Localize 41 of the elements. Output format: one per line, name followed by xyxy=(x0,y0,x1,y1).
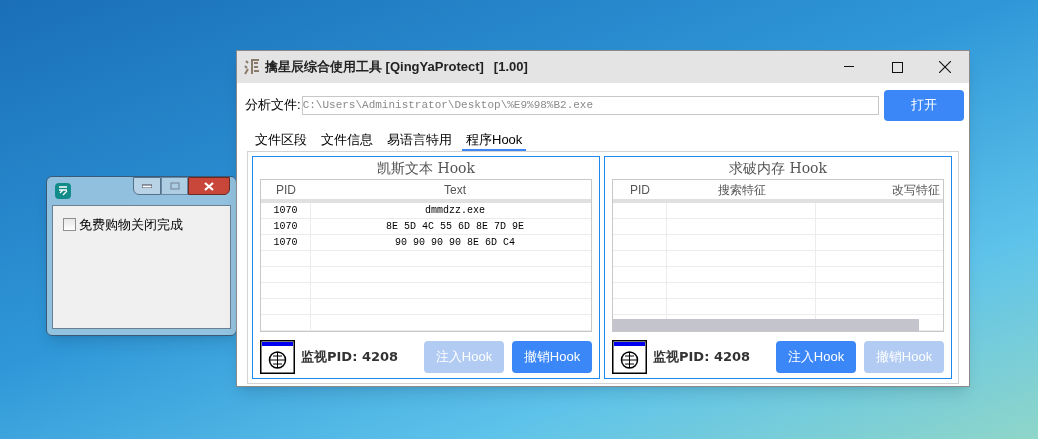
maximize-icon xyxy=(891,61,903,73)
hook-button[interactable]: 注入Hook xyxy=(776,341,856,373)
group-title: 凯斯文本 Hook xyxy=(377,159,475,178)
tab[interactable]: 易语言特用 xyxy=(383,131,456,151)
checkbox-option[interactable]: 免费购物关闭完成 xyxy=(63,215,230,235)
column-header[interactable]: 搜索特征 xyxy=(667,180,816,199)
monitor-pid-label: 监视PID: 4208 xyxy=(301,348,399,367)
hook-button[interactable]: 撤销Hook xyxy=(512,341,592,373)
tab[interactable]: 文件信息 xyxy=(317,131,377,151)
close-icon xyxy=(204,181,214,191)
table-cell-text: dmmdzz.exe xyxy=(424,204,486,218)
minimize-icon xyxy=(844,66,854,68)
group-title: 求破内存 Hook xyxy=(729,159,827,178)
radar-window-icon xyxy=(612,340,647,374)
maximize-icon xyxy=(169,182,180,190)
field-label: 分析文件: xyxy=(245,96,301,115)
table-cell-text: 8E 5D 4C 55 6D 8E 7D 9E xyxy=(385,220,525,234)
horizontal-scrollbar[interactable] xyxy=(613,319,919,331)
table-cell-text: 90 90 90 90 8E 6D C4 xyxy=(394,236,516,250)
column-header[interactable]: Text xyxy=(311,180,591,199)
open-button[interactable]: 打开 xyxy=(884,89,964,121)
minimize-button[interactable] xyxy=(133,177,161,195)
tab[interactable]: 程序Hook xyxy=(462,131,527,151)
window-title: 擒星辰综合使用工具 [QingYaProtect] xyxy=(265,58,484,77)
version-label: [1.00] xyxy=(493,58,528,77)
checkbox[interactable] xyxy=(63,218,76,232)
column-header[interactable]: 改写特征 xyxy=(816,180,943,199)
close-button[interactable] xyxy=(188,177,230,195)
radar-window-icon xyxy=(260,340,295,374)
table-cell: 1070 xyxy=(261,203,311,218)
tab[interactable]: 文件区段 xyxy=(251,131,311,151)
table-cell: 1070 xyxy=(261,235,311,250)
monitor-pid-label: 监视PID: 4208 xyxy=(653,348,751,367)
minimize-icon xyxy=(142,184,152,188)
close-icon xyxy=(939,61,951,73)
column-header[interactable]: PID xyxy=(261,180,311,199)
app-icon xyxy=(55,183,71,199)
file-path-field[interactable]: C:\Users\Administrator\Desktop\%E9%98%B2.exe xyxy=(301,95,879,115)
table-cell: 1070 xyxy=(261,219,311,234)
calligraphy-logo-icon xyxy=(243,58,261,76)
column-header[interactable]: PID xyxy=(613,180,667,199)
